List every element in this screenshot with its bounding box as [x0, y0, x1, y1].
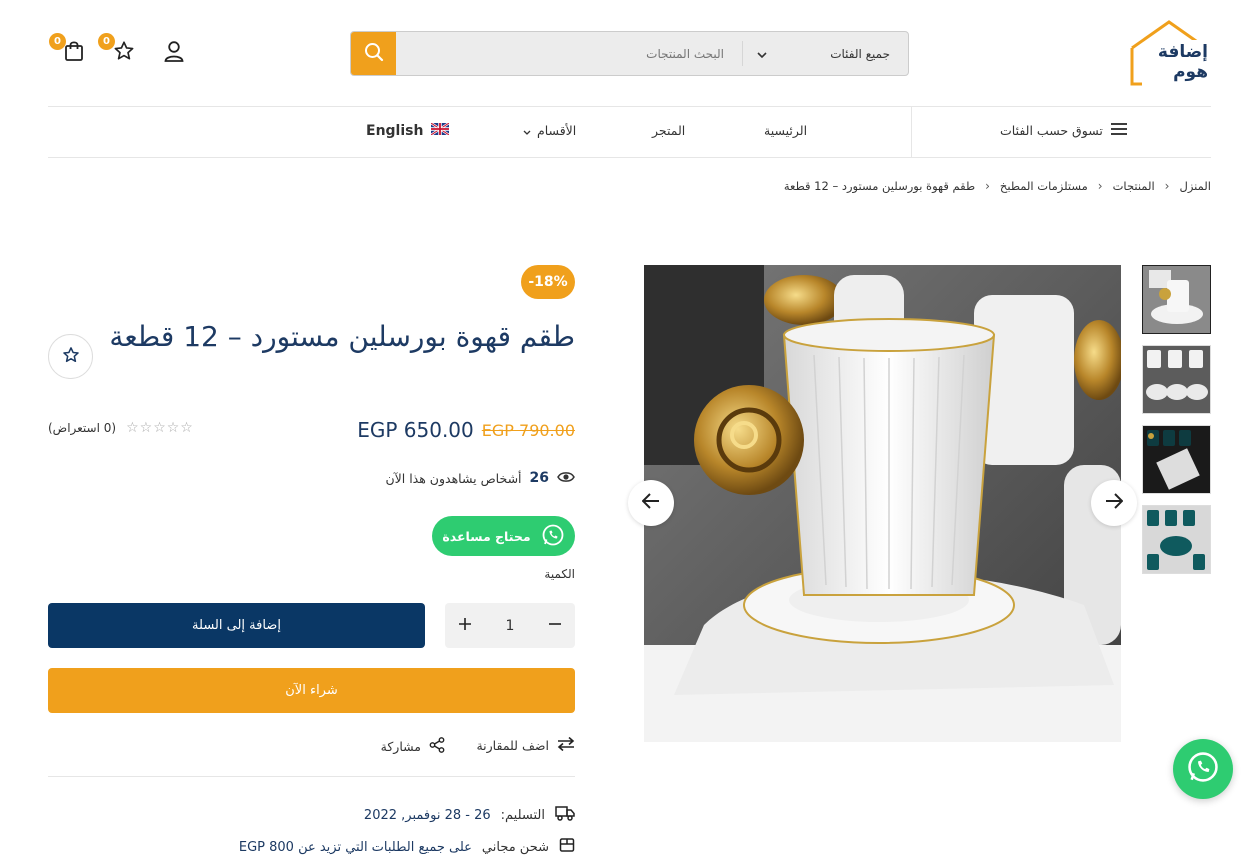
- arrow-right-icon: [1105, 493, 1124, 513]
- chevron-left-icon: ‹: [1164, 179, 1170, 193]
- eye-icon: [557, 471, 575, 486]
- gallery-thumb-2[interactable]: [1142, 345, 1211, 414]
- whatsapp-help-button[interactable]: محتاج مساعدة: [432, 516, 575, 556]
- header-divider: [48, 106, 1211, 107]
- compare-label: اضف للمقارنة: [476, 738, 549, 753]
- delivery-dates: 26 - 28 نوفمبر, 2022: [363, 807, 491, 823]
- truck-icon: [555, 805, 575, 825]
- product-title: طقم قهوة بورسلين مستورد – 12 قطعة: [109, 320, 575, 353]
- plus-icon[interactable]: [459, 617, 471, 634]
- compare-arrows-icon: [557, 736, 575, 754]
- gallery-prev-button[interactable]: [628, 480, 674, 526]
- share-label: مشاركة: [380, 739, 421, 754]
- breadcrumb-current: طقم قهوة بورسلين مستورد – 12 قطعة: [783, 179, 976, 193]
- search-icon: [364, 42, 384, 66]
- whatsapp-float-button[interactable]: [1173, 739, 1233, 799]
- share-button[interactable]: مشاركة: [381, 737, 445, 756]
- discount-badge: -18%: [521, 265, 575, 299]
- price-current: EGP 650.00: [357, 418, 474, 442]
- review-count: (0 استعراض): [48, 421, 117, 435]
- whatsapp-help-label: محتاج مساعدة: [442, 528, 531, 544]
- box-icon: [559, 837, 575, 857]
- actions-divider: [48, 776, 575, 777]
- gallery-thumb-3[interactable]: [1142, 425, 1211, 494]
- add-to-wishlist-button[interactable]: [48, 334, 93, 379]
- language-label: English: [366, 123, 424, 139]
- nav-sections-label: الأقسام: [537, 123, 577, 138]
- shopping-bag-icon: [64, 40, 84, 66]
- star-icon: [62, 346, 80, 368]
- user-icon: [163, 40, 185, 66]
- compare-button[interactable]: اضف للمقارنة: [476, 736, 575, 754]
- share-icon: [429, 737, 445, 756]
- gallery-next-button[interactable]: [1091, 480, 1137, 526]
- shipping-label: شحن مجاني: [481, 839, 549, 855]
- shipping-threshold: على جميع الطلبات التي تزيد عن EGP 800: [238, 839, 472, 855]
- whatsapp-icon: [541, 523, 565, 550]
- viewers-text: أشخاص يشاهدون هذا الآن: [385, 470, 522, 486]
- search-button[interactable]: [351, 32, 396, 75]
- logo-text: إضافة هوم: [1157, 42, 1208, 82]
- account-button[interactable]: [159, 38, 189, 68]
- breadcrumb-home[interactable]: المنزل: [1179, 179, 1211, 193]
- breadcrumb-products[interactable]: المنتجات: [1113, 179, 1155, 193]
- buy-now-button[interactable]: شراء الآن: [48, 668, 575, 713]
- quantity-value[interactable]: 1: [506, 618, 515, 634]
- rating[interactable]: (0 استعراض) ☆☆☆☆☆: [48, 420, 194, 436]
- chevron-left-icon: ‹: [985, 179, 990, 193]
- star-icon: [113, 40, 135, 66]
- language-switcher[interactable]: English: [366, 122, 451, 139]
- delivery-info: التسليم: 26 - 28 نوفمبر, 2022: [364, 805, 575, 825]
- shop-by-category-label: تسوق حسب الفئات: [1000, 123, 1103, 138]
- wishlist-count-badge: 0: [98, 33, 115, 50]
- star-rating-icon: ☆☆☆☆☆: [126, 420, 194, 436]
- nav-home[interactable]: الرئيسية: [764, 123, 807, 138]
- shipping-info: شحن مجاني على جميع الطلبات التي تزيد عن …: [239, 837, 575, 857]
- arrow-left-icon: [641, 493, 660, 513]
- breadcrumb-kitchen[interactable]: مستلزمات المطبخ: [1000, 179, 1088, 193]
- live-viewers: 26 أشخاص يشاهدون هذا الآن: [385, 470, 575, 486]
- product-main-image[interactable]: [644, 265, 1121, 742]
- add-to-cart-button[interactable]: إضافة إلى السلة: [48, 603, 425, 648]
- gallery-thumb-1[interactable]: [1142, 265, 1211, 334]
- nav-divider: [911, 107, 912, 157]
- viewers-count: 26: [529, 470, 549, 486]
- whatsapp-icon: [1186, 750, 1220, 788]
- breadcrumb: المنزل ‹ المنتجات ‹ مستلزمات المطبخ ‹ طق…: [784, 179, 1211, 193]
- site-logo[interactable]: إضافة هوم: [1128, 20, 1210, 88]
- chevron-down-icon: [523, 123, 531, 138]
- quantity-label: الكمية: [544, 567, 575, 581]
- gallery-thumb-4[interactable]: [1142, 505, 1211, 574]
- price: EGP 650.00 EGP 790.00: [357, 418, 575, 442]
- search-input[interactable]: [396, 32, 742, 75]
- search-bar: جميع الفئات: [350, 31, 909, 76]
- category-select[interactable]: جميع الفئات: [742, 41, 908, 66]
- delivery-label: التسليم:: [500, 807, 545, 823]
- uk-flag-icon: [430, 122, 451, 139]
- price-original: EGP 790.00: [481, 420, 575, 440]
- cart-count-badge: 0: [49, 33, 66, 50]
- nav-sections[interactable]: الأقسام: [523, 123, 576, 138]
- category-select-label: جميع الفئات: [830, 46, 890, 61]
- nav-divider-bottom: [48, 157, 1211, 158]
- nav-store[interactable]: المتجر: [652, 123, 685, 138]
- menu-icon: [1110, 123, 1127, 138]
- quantity-stepper: 1: [445, 603, 575, 648]
- shop-by-category-button[interactable]: تسوق حسب الفئات: [1000, 123, 1127, 138]
- minus-icon[interactable]: [548, 618, 561, 634]
- chevron-left-icon: ‹: [1097, 179, 1103, 193]
- chevron-down-icon: [757, 47, 767, 61]
